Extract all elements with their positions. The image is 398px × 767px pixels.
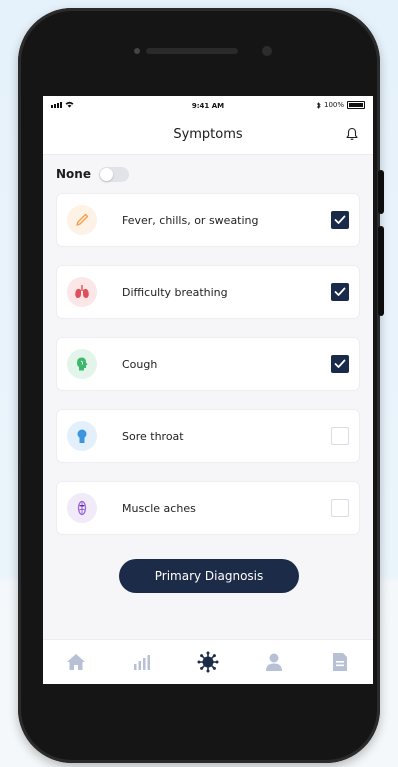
- tab-home[interactable]: [61, 647, 91, 677]
- sensor-dot: [134, 48, 140, 54]
- symptom-label: Difficulty breathing: [122, 285, 228, 299]
- symptom-label: Fever, chills, or sweating: [122, 213, 259, 227]
- symptom-card[interactable]: Sore throat: [56, 409, 360, 463]
- symptom-card[interactable]: Cough: [56, 337, 360, 391]
- symptom-checkbox[interactable]: [331, 211, 349, 229]
- symptom-list: None Fever, chills, or sweating Difficult…: [43, 155, 373, 535]
- page-title: Symptoms: [173, 127, 243, 142]
- symptom-card[interactable]: Muscle aches: [56, 481, 360, 535]
- symptom-label: Sore throat: [122, 429, 184, 443]
- tab-stats[interactable]: [127, 647, 157, 677]
- checkmark-icon: [334, 359, 346, 368]
- profile-icon: [266, 653, 282, 671]
- volume-button: [378, 170, 384, 214]
- symptom-checkbox[interactable]: [331, 499, 349, 517]
- tab-documents[interactable]: [325, 647, 355, 677]
- power-button: [378, 226, 384, 316]
- virus-icon: [197, 651, 219, 673]
- none-row: None: [56, 155, 360, 193]
- symptom-label: Muscle aches: [122, 501, 196, 515]
- primary-diagnosis-button[interactable]: Primary Diagnosis: [119, 559, 299, 593]
- lungs-icon: [67, 277, 97, 307]
- status-bar: 9:41 AM 100%: [43, 96, 373, 116]
- status-right: 100%: [316, 101, 365, 109]
- tab-bar: [43, 639, 373, 684]
- chart-icon: [134, 655, 150, 670]
- symptom-checkbox[interactable]: [331, 355, 349, 373]
- app-screen: 9:41 AM 100% Symptoms None Fever, chills…: [43, 96, 373, 684]
- muscle-icon: [67, 493, 97, 523]
- battery-percent: 100%: [323, 101, 344, 109]
- symptom-label: Cough: [122, 357, 158, 371]
- tab-profile[interactable]: [259, 647, 289, 677]
- bluetooth-icon: [316, 101, 321, 109]
- home-icon: [67, 654, 85, 670]
- document-icon: [333, 653, 347, 671]
- checkmark-icon: [334, 287, 346, 296]
- front-camera: [262, 46, 272, 56]
- checkmark-icon: [334, 215, 346, 224]
- toggle-knob: [99, 167, 113, 181]
- symptom-card[interactable]: Fever, chills, or sweating: [56, 193, 360, 247]
- tab-symptoms[interactable]: [193, 647, 223, 677]
- battery-icon: [347, 101, 365, 109]
- cough-icon: [67, 349, 97, 379]
- throat-icon: [67, 421, 97, 451]
- speaker-grille: [134, 48, 238, 54]
- none-toggle[interactable]: [98, 166, 129, 182]
- none-label: None: [56, 167, 91, 181]
- app-header: Symptoms: [43, 116, 373, 155]
- symptom-card[interactable]: Difficulty breathing: [56, 265, 360, 319]
- symptom-checkbox[interactable]: [331, 427, 349, 445]
- symptom-checkbox[interactable]: [331, 283, 349, 301]
- bell-icon[interactable]: [345, 127, 359, 141]
- thermometer-icon: [67, 205, 97, 235]
